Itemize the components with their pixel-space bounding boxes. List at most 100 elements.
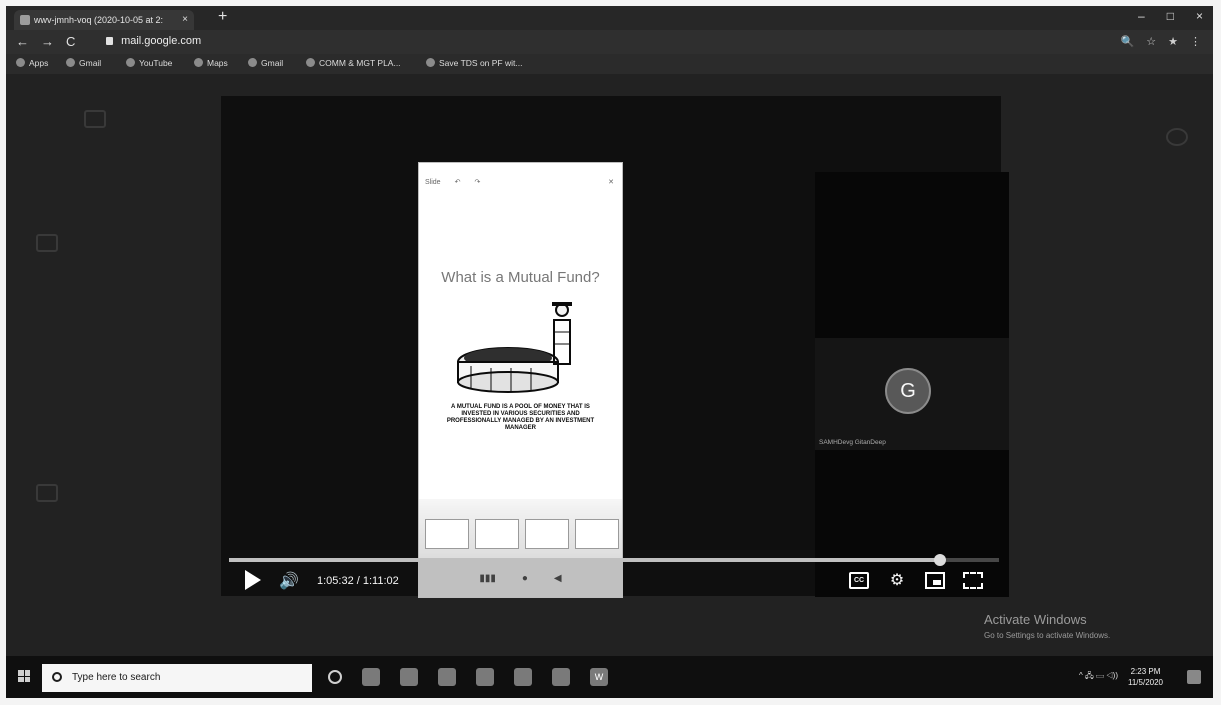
- bookmark-star-icon[interactable]: ☆: [1146, 35, 1156, 48]
- toolbar-icons: 🔍 ☆ ★ ⋮: [1121, 35, 1201, 48]
- apps-icon: [16, 58, 25, 67]
- extension-icon[interactable]: ★: [1168, 35, 1178, 48]
- close-icon[interactable]: ×: [1196, 9, 1203, 23]
- volume-icon[interactable]: 🔊: [279, 571, 299, 591]
- play-icon[interactable]: [245, 570, 261, 590]
- miniplayer-icon[interactable]: [925, 572, 945, 589]
- store-icon[interactable]: [552, 668, 570, 686]
- bookmark-label: Gmail: [261, 58, 284, 68]
- video-player[interactable]: Slide ↶ ↷ ✕ What is a Mutual Fund? A MUT…: [221, 96, 1009, 598]
- phone-status-bar: [419, 163, 622, 173]
- tab-title: wwv-jmnh-voq (2020-10-05 at 2:: [34, 15, 164, 25]
- seek-bar[interactable]: [229, 554, 999, 566]
- participant-name: SAMHDevg GitanDeep: [819, 439, 886, 446]
- bookmark-label: COMM & MGT PLA...: [319, 58, 401, 68]
- youtube-icon: [126, 58, 135, 67]
- slide-title: What is a Mutual Fund?: [441, 269, 600, 286]
- maps-icon: [194, 58, 203, 67]
- tab-close-icon[interactable]: ×: [182, 10, 188, 30]
- video-ghost-icon: [36, 484, 58, 502]
- bookmark-comm-mgt[interactable]: COMM & MGT PLA...: [306, 58, 401, 68]
- time-display: 1:05:32 / 1:11:02: [317, 575, 399, 587]
- taskbar: Type here to search W ^ 🖧 ▭ ◁)) 2:23 PM …: [6, 656, 1213, 698]
- seek-handle[interactable]: [933, 554, 946, 566]
- slide-thumbnail: [475, 519, 519, 549]
- mail-ghost-icon: [36, 234, 58, 252]
- maximize-icon[interactable]: □: [1167, 9, 1174, 23]
- meet-favicon-icon: [20, 15, 30, 25]
- menu-icon[interactable]: ⋮: [1190, 35, 1201, 48]
- url-text: mail.google.com: [121, 35, 202, 47]
- fullscreen-icon[interactable]: [963, 572, 983, 589]
- time-total: 1:11:02: [362, 575, 399, 587]
- gear-icon[interactable]: ⚙: [887, 572, 907, 589]
- bookmark-save-tds[interactable]: Save TDS on PF wit...: [426, 58, 522, 68]
- bookmark-label: YouTube: [139, 58, 173, 68]
- clock-date: 11/5/2020: [1128, 678, 1163, 687]
- app-icon[interactable]: [476, 668, 494, 686]
- menu-ghost-icon: [84, 110, 106, 128]
- folder-icon: [306, 58, 315, 67]
- notification-icon[interactable]: [1187, 670, 1201, 684]
- gmail-icon: [66, 58, 75, 67]
- participant-tile: [815, 172, 1009, 338]
- avatar: G: [885, 368, 931, 414]
- slide-thumbnail: [525, 519, 569, 549]
- player-controls: 🔊 1:05:32 / 1:11:02 CC ⚙: [221, 570, 1001, 594]
- word-icon[interactable]: W: [590, 668, 608, 686]
- new-tab-button[interactable]: +: [218, 8, 227, 26]
- bookmark-label: Save TDS on PF wit...: [439, 58, 523, 68]
- activate-windows-watermark: Activate Windows Go to Settings to activ…: [984, 612, 1110, 640]
- phone-toolbar-label: Slide: [425, 178, 441, 186]
- mail-icon[interactable]: [400, 668, 418, 686]
- cc-icon[interactable]: CC: [849, 572, 869, 589]
- participant-tile-active: G SAMHDevg GitanDeep: [815, 338, 1009, 450]
- forward-icon[interactable]: →: [41, 34, 54, 49]
- slide-thumbnail: [575, 519, 619, 549]
- windows-start-icon[interactable]: [18, 670, 30, 682]
- slide-thumbnail: [425, 519, 469, 549]
- bookmark-label: Apps: [29, 58, 49, 68]
- chrome-icon: [248, 58, 257, 67]
- phone-toolbar: Slide ↶ ↷ ✕: [419, 173, 622, 191]
- slide-body-text: A MUTUAL FUND IS A POOL OF MONEY THAT IS…: [446, 404, 595, 431]
- phone-close-icon: ✕: [608, 179, 614, 186]
- taskbar-apps: W: [328, 668, 608, 686]
- taskbar-search[interactable]: Type here to search: [42, 664, 312, 692]
- whatsapp-icon[interactable]: [514, 668, 532, 686]
- reload-icon[interactable]: C: [66, 34, 75, 49]
- time-current: 1:05:32: [317, 575, 354, 587]
- minimize-icon[interactable]: –: [1138, 9, 1145, 23]
- search-placeholder: Type here to search: [72, 672, 161, 683]
- nav-buttons: ← → C: [16, 34, 75, 49]
- zoom-icon[interactable]: 🔍: [1121, 35, 1135, 48]
- bookmark-youtube[interactable]: YouTube: [126, 58, 172, 68]
- tray-icons[interactable]: ^ 🖧 ▭ ◁)): [1079, 670, 1118, 684]
- tab-strip: wwv-jmnh-voq (2020-10-05 at 2: × + – □ ×: [6, 6, 1213, 30]
- activate-title: Activate Windows: [984, 612, 1087, 627]
- bookmark-maps[interactable]: Maps: [194, 58, 228, 68]
- time-separator: /: [353, 575, 363, 587]
- url-field[interactable]: mail.google.com: [106, 35, 201, 47]
- undo-icon: ↶: [454, 179, 461, 186]
- clock[interactable]: 2:23 PM 11/5/2020: [1128, 666, 1163, 688]
- screen: wwv-jmnh-voq (2020-10-05 at 2: × + – □ ×…: [6, 6, 1213, 698]
- bookmark-gmail[interactable]: Gmail: [66, 58, 101, 68]
- bookmark-gmail-2[interactable]: Gmail: [248, 58, 283, 68]
- cortana-icon[interactable]: [328, 670, 342, 684]
- file-explorer-icon[interactable]: [438, 668, 456, 686]
- bookmark-label: Gmail: [79, 58, 102, 68]
- browser-tab[interactable]: wwv-jmnh-voq (2020-10-05 at 2: ×: [14, 10, 194, 30]
- chrome-icon[interactable]: [362, 668, 380, 686]
- participant-tiles: G SAMHDevg GitanDeep: [815, 172, 1009, 597]
- bookmark-dot-icon: [426, 58, 435, 67]
- shared-phone-screen: Slide ↶ ↷ ✕ What is a Mutual Fund? A MUT…: [418, 162, 623, 598]
- bookmark-apps[interactable]: Apps: [16, 58, 48, 68]
- pool-illustration-icon: [456, 302, 572, 393]
- slide-thumbnails: [419, 499, 622, 559]
- bookmark-label: Maps: [207, 58, 228, 68]
- seek-bar-fill: [229, 558, 940, 562]
- lock-icon: [106, 37, 113, 45]
- search-icon: [52, 672, 62, 682]
- back-icon[interactable]: ←: [16, 34, 29, 49]
